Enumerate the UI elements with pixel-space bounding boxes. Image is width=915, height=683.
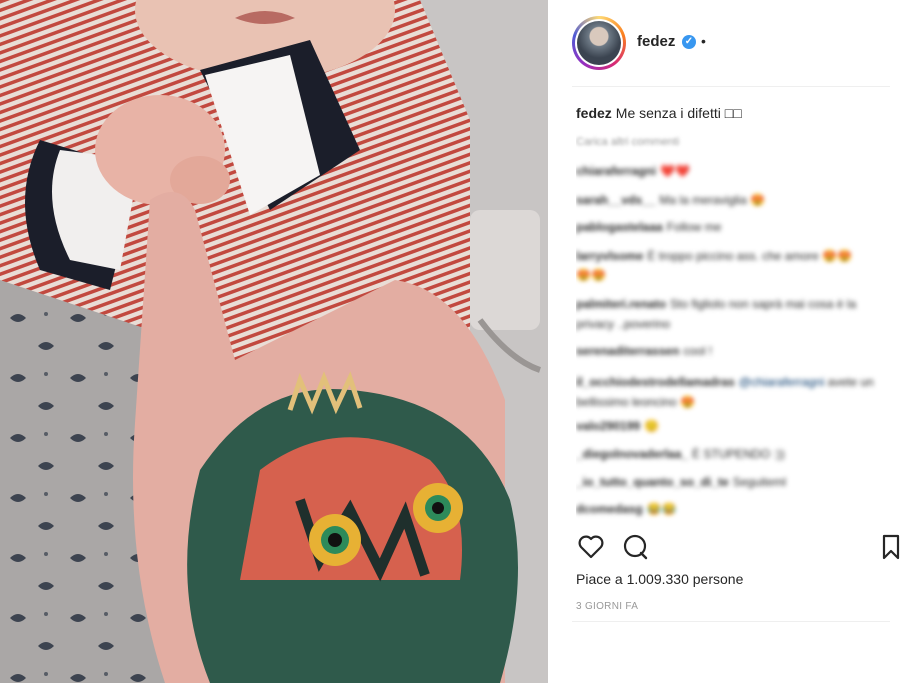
post-header: fedez ✓ • [548,0,915,86]
comment-row: il_occhiodestrodellamadras @chiaraferragn… [576,372,876,412]
comment-text: Ma la meraviglia 😍 [659,193,766,207]
comment-username[interactable]: _diegolnovaderlaa_ [576,447,688,461]
bookmark-icon[interactable] [876,532,906,562]
comment-username[interactable]: il_occhiodestrodellamadras [576,375,735,389]
comment-row: valo290199 😌 [576,419,659,433]
comment-username[interactable]: pablogastelaaa [576,220,663,234]
post-actions [576,532,900,562]
comment-username[interactable]: dcomedasg [576,502,643,516]
likes-count[interactable]: Piace a 1.009.330 persone [576,571,743,587]
header-divider [572,86,890,87]
post-details-panel: fedez ✓ • fedez Me senza i difetti □□ Car… [548,0,915,683]
post-photo-illustration [0,0,548,683]
actions-divider [572,621,890,622]
post-caption: fedez Me senza i difetti □□ [576,105,742,121]
comment-row: larryvlsome È troppo piccino ass. che amo… [576,247,856,285]
comment-row: _io_tutto_quanto_so_di_te Seguiteml [576,475,786,489]
comment-username[interactable]: larryvlsome [576,249,643,263]
caption-text: Me senza i difetti [615,105,721,121]
comment-username[interactable]: sarah__vds__ [576,193,655,207]
comment-icon[interactable] [620,532,650,562]
load-more-comments-link[interactable]: Carica altri commenti [576,136,679,148]
username-link[interactable]: fedez [637,33,675,50]
comment-row: chiaraferragni ❤️❤️ [576,164,690,178]
comment-text: ❤️❤️ [660,164,690,178]
comment-row: _diegolnovaderlaa_ È STUPENDO :)) [576,447,785,461]
comment-username[interactable]: serenaditerrassen [576,344,679,358]
caption-emoji: □□ [724,105,742,121]
comment-username[interactable]: valo290199 [576,419,640,433]
post-timestamp[interactable]: 3 GIORNI FA [576,601,638,612]
comment-row: serenaditerrassen cool ! [576,344,712,358]
comment-row: palmiteri.renato Sto figliolo non saprà m… [576,294,866,334]
comment-text: 😂😂 [646,502,677,516]
comment-text: Follow me [666,220,722,234]
heart-icon[interactable] [576,532,606,562]
comment-text: È STUPENDO :)) [692,447,785,461]
comment-text: cool ! [683,344,713,358]
comment-username[interactable]: chiaraferragni [576,164,656,178]
header-separator-dot: • [701,33,706,49]
comment-text: 😌 [644,419,660,433]
comment-row: sarah__vds__ Ma la meraviglia 😍 [576,193,765,207]
post-photo[interactable] [0,0,548,683]
verified-badge-icon: ✓ [682,35,696,49]
avatar[interactable] [572,16,626,70]
comment-username[interactable]: _io_tutto_quanto_so_di_te [576,475,729,489]
comment-mention[interactable]: @chiaraferragni [739,375,825,389]
comment-row: dcomedasg 😂😂 [576,502,677,516]
comment-row: pablogastelaaa Follow me [576,220,721,234]
comments-list[interactable]: fedez Me senza i difetti □□ Carica altri … [576,96,896,524]
comment-text: Seguiteml [732,475,787,489]
comment-username[interactable]: palmiteri.renato [576,297,666,311]
caption-username[interactable]: fedez [576,105,612,121]
